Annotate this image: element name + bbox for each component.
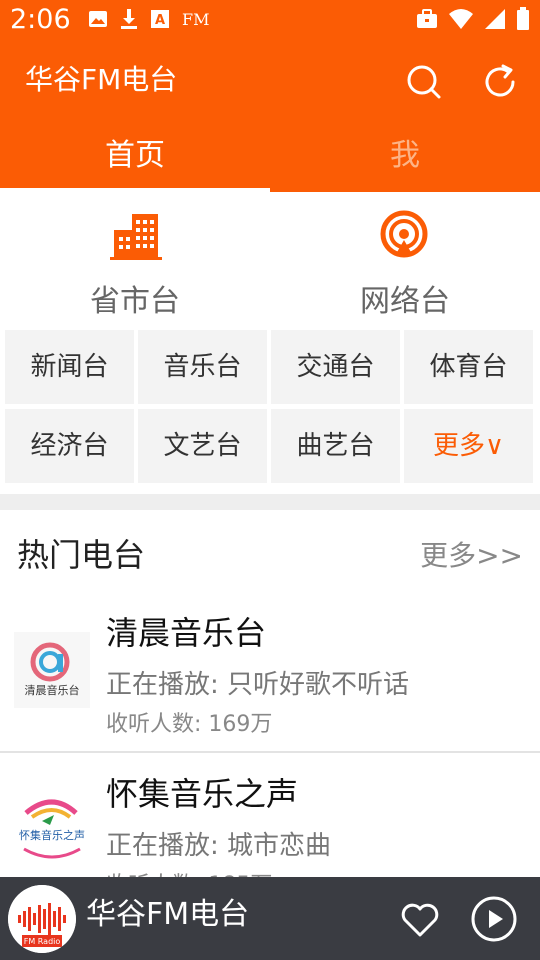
hot-more-link[interactable]: 更多>> bbox=[420, 534, 523, 574]
tab-home[interactable]: 首页 bbox=[0, 120, 270, 192]
status-fm-text: FM bbox=[182, 9, 210, 29]
briefcase-icon bbox=[417, 9, 437, 28]
section-divider bbox=[0, 494, 540, 510]
battery-icon bbox=[517, 7, 529, 30]
player-logo: FM Radio bbox=[8, 885, 76, 953]
audio-wave-icon: FM Radio bbox=[8, 885, 76, 953]
grid-more[interactable]: 更多∨ bbox=[404, 409, 533, 483]
tab-me[interactable]: 我 bbox=[270, 120, 540, 192]
grid-traffic[interactable]: 交通台 bbox=[271, 330, 400, 404]
search-button[interactable] bbox=[404, 62, 444, 102]
app-title: 华谷FM电台 bbox=[25, 63, 178, 96]
refresh-button[interactable] bbox=[480, 62, 520, 102]
wifi-icon bbox=[449, 9, 473, 29]
grid-music[interactable]: 音乐台 bbox=[138, 330, 267, 404]
tab-bar: 首页 我 bbox=[0, 120, 540, 192]
section-title: 热门电台 bbox=[17, 536, 146, 574]
station-logo: 怀集音乐之声 bbox=[14, 793, 90, 869]
search-icon bbox=[407, 65, 441, 99]
station-name: 怀集音乐之声 bbox=[106, 775, 299, 813]
category-label: 省市台 bbox=[90, 284, 180, 319]
station-row[interactable]: 清晨音乐台 清晨音乐台 正在播放: 只听好歌不听话 收听人数: 169万 bbox=[0, 594, 540, 752]
refresh-icon bbox=[485, 64, 515, 97]
a-box-icon: A bbox=[151, 10, 169, 28]
station-logo: 清晨音乐台 bbox=[14, 632, 90, 708]
station-now-playing: 正在播放: 城市恋曲 bbox=[106, 831, 332, 861]
signal-icon bbox=[485, 9, 505, 29]
station-listeners: 收听人数: 185万 bbox=[106, 867, 272, 877]
favorite-button[interactable] bbox=[396, 895, 444, 943]
status-bar: 2:06 A FM bbox=[0, 0, 540, 44]
station-listeners: 收听人数: 169万 bbox=[106, 712, 273, 737]
status-time: 2:06 bbox=[10, 4, 71, 35]
grid-arts[interactable]: 文艺台 bbox=[138, 409, 267, 483]
svg-text:A: A bbox=[155, 13, 165, 28]
status-icons-right bbox=[416, 7, 530, 31]
mini-player[interactable]: FM Radio 华谷FM电台 bbox=[0, 877, 540, 960]
image-icon bbox=[89, 11, 107, 27]
player-title: 华谷FM电台 bbox=[86, 897, 250, 932]
broadcast-icon bbox=[380, 210, 428, 258]
station-now-playing: 正在播放: 只听好歌不听话 bbox=[106, 670, 410, 700]
grid-opera[interactable]: 曲艺台 bbox=[271, 409, 400, 483]
app-bar: 华谷FM电台 bbox=[0, 44, 540, 120]
building-icon bbox=[110, 214, 162, 260]
category-network[interactable]: 网络台 bbox=[270, 210, 540, 320]
player-logo-text: FM Radio bbox=[24, 937, 61, 946]
status-icons-left: A FM bbox=[88, 8, 209, 30]
grid-economy[interactable]: 经济台 bbox=[5, 409, 134, 483]
logo-text: 怀集音乐之声 bbox=[19, 828, 85, 842]
category-provincial[interactable]: 省市台 bbox=[0, 210, 270, 320]
heart-icon bbox=[401, 903, 439, 937]
play-button[interactable] bbox=[470, 895, 518, 943]
row-divider bbox=[0, 751, 540, 753]
download-icon bbox=[121, 9, 137, 29]
logo-text: 清晨音乐台 bbox=[25, 683, 80, 697]
play-icon bbox=[471, 896, 517, 942]
hot-section-header: 热门电台 更多>> bbox=[0, 520, 540, 584]
grid-news[interactable]: 新闻台 bbox=[5, 330, 134, 404]
category-label: 网络台 bbox=[360, 284, 450, 319]
grid-sports[interactable]: 体育台 bbox=[404, 330, 533, 404]
tab-indicator bbox=[0, 188, 270, 192]
station-row[interactable]: 怀集音乐之声 怀集音乐之声 正在播放: 城市恋曲 收听人数: 185万 bbox=[0, 755, 540, 877]
station-name: 清晨音乐台 bbox=[106, 614, 267, 652]
